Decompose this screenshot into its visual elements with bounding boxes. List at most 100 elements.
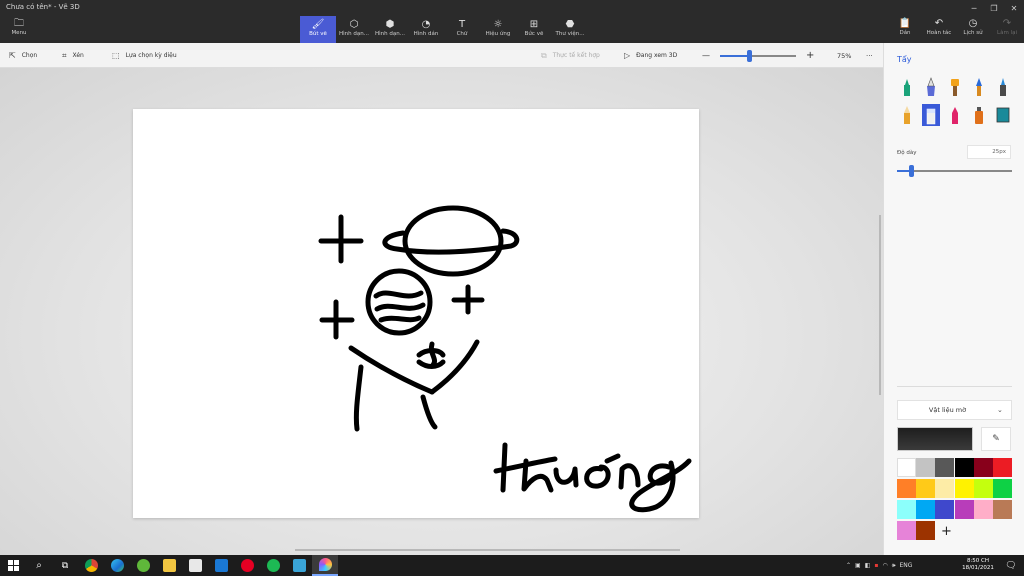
taskbar-paint-3d[interactable] — [312, 555, 338, 576]
thickness-input[interactable]: 25px — [967, 145, 1011, 159]
drawing-canvas[interactable] — [133, 109, 699, 518]
face-lips — [416, 348, 446, 369]
spray-can-brush[interactable] — [970, 104, 988, 126]
color-swatch[interactable] — [993, 458, 1012, 477]
tool-3d-shapes[interactable]: ⬢ Hình dạn... — [372, 16, 408, 43]
maximize-button[interactable]: ❐ — [984, 0, 1004, 16]
color-swatch[interactable] — [897, 479, 916, 498]
eraser-brush[interactable] — [922, 104, 940, 126]
tool-canvas[interactable]: ⊞ Bức vẽ — [516, 16, 552, 43]
eyedropper-icon: ✎ — [992, 434, 1000, 444]
color-swatch[interactable] — [973, 500, 993, 519]
fill-brush[interactable] — [994, 104, 1012, 126]
clock[interactable]: 8:50 CH 18/01/2021 — [958, 558, 998, 572]
taskbar-chrome[interactable] — [78, 555, 104, 576]
zoom-slider-thumb[interactable] — [746, 50, 752, 62]
tool-brushes[interactable]: 🖌 Bút vẽ — [300, 16, 336, 43]
more-options-button[interactable]: ··· — [866, 43, 873, 68]
tray-app-icon[interactable]: ◧ — [865, 562, 871, 569]
color-swatch[interactable] — [993, 500, 1012, 519]
color-swatch[interactable] — [973, 458, 993, 477]
tool-3d-library[interactable]: ⬣ Thư viện... — [552, 16, 588, 43]
pixel-pen-brush[interactable] — [994, 76, 1012, 98]
select-label: Chọn — [21, 52, 38, 59]
mixed-reality-label: Thực tế kết hợp — [552, 52, 600, 59]
add-color-button[interactable]: + — [937, 522, 956, 541]
chevron-up-icon[interactable]: ⌃ — [846, 562, 851, 569]
language-indicator[interactable]: ENG — [899, 562, 912, 569]
minimize-button[interactable]: ─ — [964, 0, 984, 16]
taskbar-pinterest[interactable] — [234, 555, 260, 576]
menu-button[interactable]: 🗀 Menu — [4, 18, 34, 41]
neck-left — [353, 364, 364, 432]
color-swatch[interactable] — [954, 479, 974, 498]
color-swatch[interactable] — [897, 458, 916, 477]
effects-icon: ☼ — [493, 19, 503, 30]
oil-brush[interactable] — [946, 76, 964, 98]
color-swatch[interactable] — [916, 458, 936, 477]
color-swatch[interactable] — [935, 500, 955, 519]
tool-2d-shapes[interactable]: ⬡ Hình dạn... — [336, 16, 372, 43]
color-swatch[interactable] — [916, 521, 936, 540]
wifi-icon[interactable]: ◠ — [882, 562, 887, 569]
calligraphy-pen-brush[interactable] — [922, 76, 940, 98]
color-swatch[interactable] — [973, 479, 993, 498]
thickness-label: Độ dày — [897, 150, 917, 156]
tray-app-icon[interactable]: ▣ — [855, 562, 861, 569]
marker-brush[interactable] — [898, 76, 916, 98]
start-button[interactable] — [0, 555, 26, 576]
thickness-slider-thumb[interactable] — [908, 165, 914, 177]
view-3d-label: Đang xem 3D — [636, 52, 678, 59]
zoom-out-button[interactable]: — — [702, 43, 710, 68]
mixed-reality-button[interactable]: ⧉ Thực tế kết hợp — [541, 43, 600, 68]
color-swatch[interactable] — [954, 458, 974, 477]
tool-effects[interactable]: ☼ Hiệu ứng — [480, 16, 516, 43]
view-3d-button[interactable]: ▷ Đang xem 3D — [624, 43, 677, 68]
taskbar-mail[interactable] — [208, 555, 234, 576]
taskbar-store[interactable] — [182, 555, 208, 576]
color-swatch[interactable] — [916, 500, 936, 519]
color-swatch[interactable] — [897, 500, 916, 519]
eyedropper-button[interactable]: ✎ — [981, 427, 1011, 451]
taskbar-app-green[interactable] — [130, 555, 156, 576]
magic-select-button[interactable]: ⬚ Lựa chọn kỳ diệu — [112, 43, 177, 68]
menu-label: Menu — [11, 30, 27, 36]
taskbar-file-explorer[interactable] — [156, 555, 182, 576]
color-swatch[interactable] — [935, 458, 955, 477]
undo-button[interactable]: ↶ Hoàn tác — [922, 18, 956, 43]
watercolor-brush[interactable] — [970, 76, 988, 98]
tool-text[interactable]: T Chữ — [444, 16, 480, 43]
notifications-button[interactable]: 🗨 — [998, 555, 1024, 576]
magic-select-icon: ⬚ — [112, 51, 120, 60]
zoom-in-button[interactable]: + — [806, 43, 814, 68]
close-button[interactable]: ✕ — [1004, 0, 1024, 16]
pencil-brush[interactable] — [898, 104, 916, 126]
taskbar-edge[interactable] — [104, 555, 130, 576]
redo-button[interactable]: ↷ Làm lại — [990, 18, 1024, 43]
taskbar-app-blue[interactable] — [286, 555, 312, 576]
tray-app-icon[interactable]: ▪ — [874, 562, 878, 569]
zoom-percent[interactable]: 75% — [837, 43, 851, 68]
vertical-scrollbar[interactable] — [879, 215, 881, 395]
volume-icon[interactable]: 🕪 — [892, 562, 896, 570]
taskbar-spotify[interactable] — [260, 555, 286, 576]
tool-stickers[interactable]: ◔ Hình dán — [408, 16, 444, 43]
history-button[interactable]: ◷ Lịch sử — [956, 18, 990, 43]
paste-button[interactable]: 📋 Dán — [888, 18, 922, 43]
material-dropdown[interactable]: Vật liệu mờ ⌄ — [897, 400, 1012, 420]
color-swatch[interactable] — [954, 500, 974, 519]
crayon-brush[interactable] — [946, 104, 964, 126]
thickness-slider-track[interactable] — [897, 170, 1012, 172]
search-button[interactable]: ⌕ — [26, 555, 52, 576]
current-color-swatch[interactable] — [897, 427, 973, 451]
crop-button[interactable]: ⌗ Xén — [62, 43, 84, 68]
select-button[interactable]: ⇱ Chọn — [9, 43, 37, 68]
color-swatch[interactable] — [993, 479, 1012, 498]
horizontal-scrollbar[interactable] — [295, 549, 680, 551]
ribbon: Chưa có tên* - Vẽ 3D ─ ❐ ✕ 🗀 Menu 🖌 Bút … — [0, 0, 1024, 43]
task-view-button[interactable]: ⧉ — [52, 555, 78, 576]
color-swatch[interactable] — [916, 479, 936, 498]
color-swatch[interactable] — [897, 521, 916, 540]
color-swatch[interactable] — [935, 479, 955, 498]
signature-h — [521, 458, 554, 493]
